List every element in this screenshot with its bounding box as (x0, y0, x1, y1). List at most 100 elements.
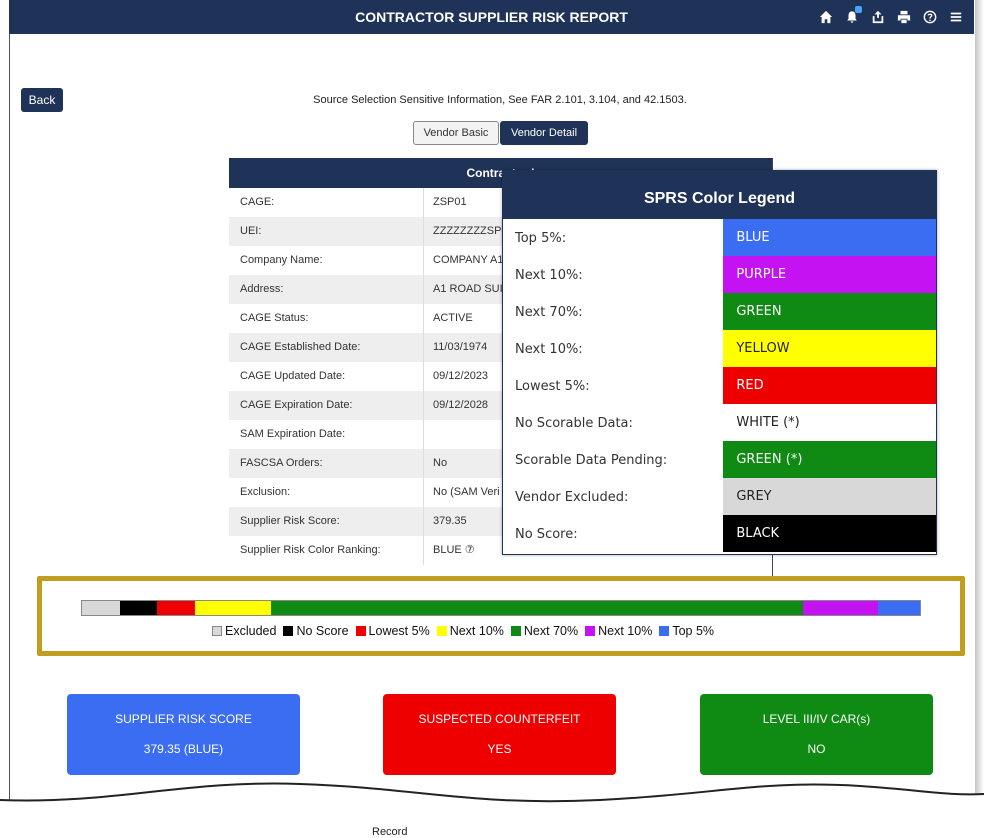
source-selection-note: Source Selection Sensitive Information, … (313, 94, 687, 106)
legend-color-cell: YELLOW (723, 330, 936, 367)
info-value: BLUE ⑦ (433, 544, 475, 556)
color-bar-legend: Excluded No Score Lowest 5% Next 10% Next 70… (212, 624, 721, 638)
info-label: CAGE Status: (229, 304, 424, 333)
bar-legend-item: No Score (283, 624, 349, 638)
legend-row: Vendor Excluded: GREY (503, 478, 936, 515)
legend-label: No Score: (503, 515, 724, 552)
legend-color-cell: GREEN (723, 293, 936, 330)
color-bar-highlight (37, 576, 965, 656)
info-label: Address: (229, 275, 424, 304)
tab-vendor-detail[interactable]: Vendor Detail (500, 121, 588, 145)
legend-color-cell: WHITE (*) (723, 404, 936, 441)
bar-legend-label: Lowest 5% (368, 624, 430, 638)
info-value: 379.35 (433, 515, 467, 527)
legend-label: Next 10%: (503, 256, 724, 293)
bar-legend-item: Next 10% (436, 624, 504, 638)
legend-color-cell: GREEN (*) (723, 441, 936, 478)
bottom-partial-text: Record (372, 826, 408, 838)
info-label: SAM Expiration Date: (229, 420, 424, 449)
level-car-card[interactable]: LEVEL III/IV CAR(s) NO (700, 694, 933, 775)
info-value: 11/03/1974 (433, 341, 488, 353)
legend-color-cell: PURPLE (723, 256, 936, 293)
info-label: FASCSA Orders: (229, 449, 424, 478)
info-label: CAGE Expiration Date: (229, 391, 424, 420)
color-bar-segment (878, 601, 920, 615)
bar-legend-item: Next 10% (585, 624, 652, 638)
legend-color-cell: GREY (723, 478, 936, 515)
info-value: 09/12/2023 (433, 370, 489, 382)
color-bar-segment (802, 601, 879, 615)
info-label: UEI: (229, 217, 424, 246)
legend-title: SPRS Color Legend (503, 171, 936, 219)
menu-icon[interactable] (944, 5, 968, 29)
legend-row: Next 10%: YELLOW (503, 330, 936, 367)
back-button[interactable]: Back (21, 88, 63, 112)
card-title: SUPPLIER RISK SCORE (115, 712, 252, 726)
color-bar-segment (195, 601, 271, 615)
legend-label: Next 10%: (503, 330, 724, 367)
print-icon[interactable] (892, 5, 916, 29)
info-label: Company Name: (229, 246, 424, 275)
info-value: A1 ROAD SUI (433, 283, 503, 295)
legend-color-cell: RED (723, 367, 936, 404)
legend-row: Lowest 5%: RED (503, 367, 936, 404)
legend-swatch (436, 626, 447, 636)
color-ranking-bar (81, 600, 921, 616)
info-label: Exclusion: (229, 478, 424, 507)
legend-label: Scorable Data Pending: (503, 441, 724, 478)
legend-row: Scorable Data Pending: GREEN (*) (503, 441, 936, 478)
legend-label: Lowest 5%: (503, 367, 724, 404)
legend-row: No Scorable Data: WHITE (*) (503, 404, 936, 441)
bell-icon[interactable] (840, 5, 864, 29)
legend-swatch (659, 626, 670, 636)
suspected-counterfeit-card[interactable]: SUSPECTED COUNTERFEIT YES (383, 694, 616, 775)
help-icon[interactable] (918, 5, 942, 29)
card-value: NO (807, 742, 826, 756)
legend-swatch (212, 626, 222, 636)
info-value: ZZZZZZZZSP0 (433, 225, 508, 237)
info-value: No (433, 457, 448, 469)
info-value: ZSP01 (433, 196, 467, 208)
info-value: 09/12/2028 (433, 399, 489, 411)
info-label: Supplier Risk Color Ranking: (229, 536, 424, 565)
info-label: CAGE Updated Date: (229, 362, 424, 391)
card-title: SUSPECTED COUNTERFEIT (418, 712, 581, 726)
color-bar-segment (82, 601, 120, 615)
legend-swatch (283, 626, 294, 636)
info-value: ACTIVE (433, 312, 473, 324)
legend-label: Next 70%: (503, 293, 724, 330)
bar-legend-item: Lowest 5% (355, 624, 430, 638)
info-value: No (SAM Veri (433, 486, 500, 498)
legend-swatch (355, 626, 366, 636)
color-bar-segment (157, 601, 196, 615)
top-bar: CONTRACTOR SUPPLIER RISK REPORT (9, 0, 974, 34)
notification-badge (855, 6, 862, 13)
legend-row: No Score: BLACK (503, 515, 936, 552)
bar-legend-item: Next 70% (510, 624, 578, 638)
legend-color-cell: BLACK (723, 515, 936, 552)
home-icon[interactable] (814, 5, 838, 29)
card-value: YES (487, 742, 512, 756)
info-value: COMPANY A1 (433, 254, 504, 266)
legend-label: Top 5%: (503, 219, 724, 256)
bar-legend-label: Excluded (225, 624, 277, 638)
page-shadow (974, 0, 984, 836)
card-title: LEVEL III/IV CAR(s) (762, 712, 871, 726)
info-label: CAGE Established Date: (229, 333, 424, 362)
info-value (424, 420, 433, 449)
supplier-risk-score-card[interactable]: SUPPLIER RISK SCORE 379.35 (BLUE) (67, 694, 300, 775)
bar-legend-label: Top 5% (672, 624, 715, 638)
tab-vendor-basic[interactable]: Vendor Basic (413, 121, 499, 145)
bar-legend-label: Next 10% (449, 624, 504, 638)
legend-row: Next 70%: GREEN (503, 293, 936, 330)
sprs-color-legend-popup: SPRS Color Legend Top 5%: BLUE Next 10%: PU… (502, 170, 937, 555)
bar-legend-item: Top 5% (659, 624, 714, 638)
legend-row: Top 5%: BLUE (503, 219, 936, 256)
torn-page-edge (0, 782, 984, 836)
bar-legend-label: No Score (296, 624, 349, 638)
share-icon[interactable] (866, 5, 890, 29)
bar-legend-label: Next 10% (598, 624, 653, 638)
legend-row: Next 10%: PURPLE (503, 256, 936, 293)
legend-swatch (510, 626, 521, 636)
card-value: 379.35 (BLUE) (143, 742, 224, 756)
